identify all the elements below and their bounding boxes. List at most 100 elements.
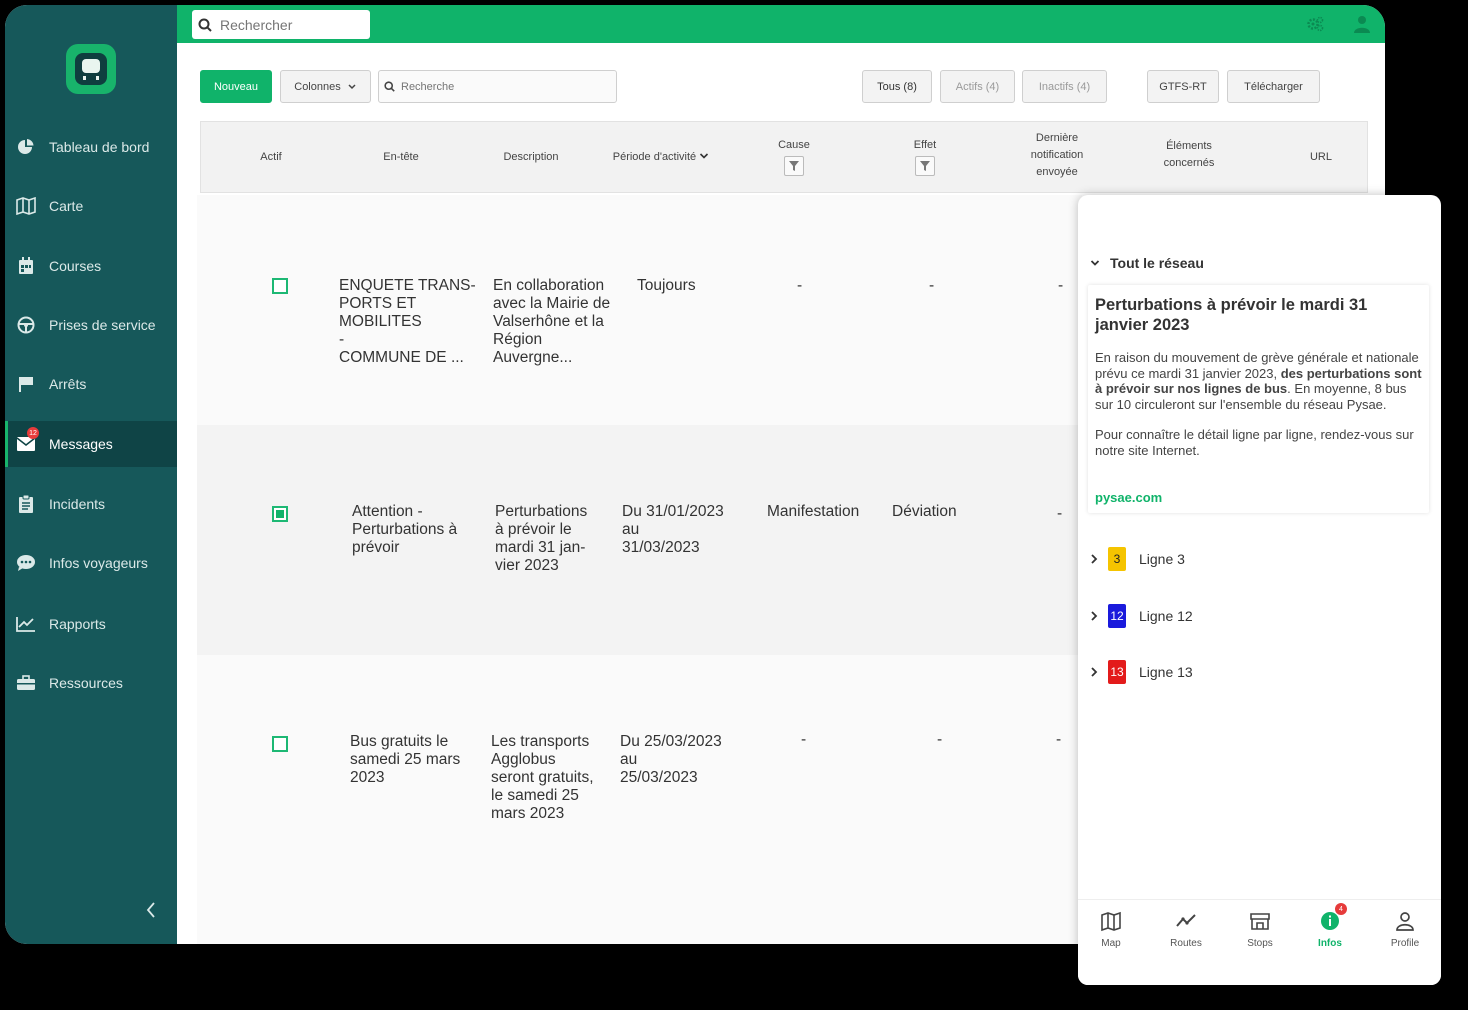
row-derniere-notification: -: [1057, 505, 1063, 522]
line-badge: 13: [1108, 660, 1126, 684]
sidebar-item-prises-de-service[interactable]: Prises de service: [5, 302, 177, 348]
table-row[interactable]: ENQUETE TRANS- PORTS ET MOBILITES - COMM…: [197, 195, 1082, 425]
columns-label: Colonnes: [294, 80, 341, 93]
column-header-en-tete[interactable]: En-tête: [361, 149, 441, 166]
chevron-down-icon: [1090, 260, 1100, 266]
bottom-nav-label: Map: [1101, 938, 1121, 949]
person-icon: [1394, 910, 1416, 932]
sidebar-item-label: Carte: [49, 198, 84, 214]
sidebar-item-arrets[interactable]: Arrêts: [5, 361, 177, 407]
message-body: En raison du mouvement de grève générale…: [1095, 350, 1425, 473]
sidebar-item-carte[interactable]: Carte: [5, 183, 177, 229]
row-description: Les transports Agglobus seront gratuits,…: [491, 733, 594, 822]
sidebar-item-ressources[interactable]: Ressources: [5, 660, 177, 706]
derniere-line-3: envoyée: [1036, 166, 1078, 178]
global-search-input[interactable]: [218, 15, 362, 34]
column-header-url[interactable]: URL: [1296, 149, 1346, 166]
network-section-header[interactable]: Tout le réseau: [1090, 255, 1204, 271]
table-search-input[interactable]: [399, 79, 603, 94]
gtfs-rt-button[interactable]: GTFS-RT: [1147, 70, 1219, 103]
active-checkbox[interactable]: [272, 278, 288, 294]
row-effet: -: [937, 731, 943, 748]
sidebar-item-messages[interactable]: 12 Messages: [5, 421, 177, 467]
column-header-description[interactable]: Description: [486, 149, 576, 166]
table-row[interactable]: Bus gratuits le samedi 25 mars 2023 Les …: [197, 655, 1082, 944]
infos-count-badge: 4: [1335, 903, 1347, 915]
top-bar: [177, 5, 1385, 43]
global-search[interactable]: [192, 10, 370, 39]
active-checkbox[interactable]: [272, 736, 288, 752]
row-derniere-notification: -: [1058, 277, 1064, 294]
line-item-13[interactable]: 13 Ligne 13: [1090, 659, 1193, 685]
bottom-nav-stops[interactable]: Stops: [1230, 910, 1290, 949]
row-description: En collaboration avec la Mairie de Valse…: [493, 277, 611, 366]
column-header-elements-concernes[interactable]: Éléments concernés: [1139, 138, 1239, 172]
row-cause: -: [797, 277, 803, 294]
line-badge: 3: [1108, 547, 1126, 571]
settings-gears-icon[interactable]: [1306, 15, 1324, 33]
bottom-nav-map[interactable]: Map: [1081, 910, 1141, 949]
bottom-nav-routes[interactable]: Routes: [1156, 910, 1216, 949]
cause-filter-button[interactable]: [784, 156, 804, 176]
sidebar-item-infos-voyageurs[interactable]: Infos voyageurs: [5, 540, 177, 586]
user-icon[interactable]: [1353, 15, 1371, 33]
cause-label: Cause: [778, 139, 810, 151]
column-header-actif[interactable]: Actif: [241, 149, 301, 166]
row-periode: Toujours: [637, 277, 696, 294]
column-header-derniere-notification[interactable]: Dernière notification envoyée: [1007, 130, 1107, 181]
sidebar-item-label: Infos voyageurs: [49, 555, 148, 571]
sidebar-item-courses[interactable]: Courses: [5, 243, 177, 289]
sidebar-item-label: Rapports: [49, 616, 106, 632]
filter-active-button[interactable]: Actifs (4): [940, 70, 1015, 103]
new-message-button[interactable]: Nouveau: [200, 70, 272, 103]
website-link[interactable]: pysae.com: [1095, 490, 1162, 505]
funnel-icon: [920, 161, 930, 171]
bottom-nav-label: Infos: [1318, 938, 1342, 949]
active-checkbox[interactable]: [272, 506, 288, 522]
columns-dropdown[interactable]: Colonnes: [280, 70, 371, 103]
info-icon: 4: [1319, 903, 1347, 932]
map-icon: [15, 195, 37, 217]
column-header-effet: Effet: [885, 137, 965, 182]
sidebar-item-rapports[interactable]: Rapports: [5, 601, 177, 647]
app-logo[interactable]: [66, 44, 116, 94]
collapse-sidebar-button[interactable]: [143, 898, 159, 922]
bottom-navigation: Map Routes Stops 4 Infos Profile: [1078, 899, 1441, 985]
derniere-line-2: notification: [1030, 149, 1084, 161]
sidebar-item-tableau-de-bord[interactable]: Tableau de bord: [5, 124, 177, 170]
stop-flag-icon: [15, 373, 37, 395]
filter-all-button[interactable]: Tous (8): [862, 70, 932, 103]
line-chart-icon: [15, 613, 37, 635]
bottom-nav-profile[interactable]: Profile: [1375, 910, 1435, 949]
toolbox-icon: [15, 672, 37, 694]
clipboard-icon: [15, 493, 37, 515]
chat-bubble-icon: [15, 552, 37, 574]
sort-chevron-down-icon: [700, 153, 709, 159]
bus-logo-icon: [75, 53, 107, 85]
filter-inactive-button[interactable]: Inactifs (4): [1022, 70, 1107, 103]
sidebar-item-incidents[interactable]: Incidents: [5, 481, 177, 527]
row-periode: Du 25/03/2023 au 25/03/2023: [620, 733, 722, 786]
bottom-nav-infos[interactable]: 4 Infos: [1300, 903, 1360, 949]
row-entete: Bus gratuits le samedi 25 mars 2023: [350, 733, 461, 786]
routes-icon: [1175, 910, 1197, 932]
pie-chart-icon: [15, 136, 37, 158]
message-paragraph-1: En raison du mouvement de grève générale…: [1095, 350, 1425, 412]
chevron-right-icon: [1091, 611, 1098, 621]
sidebar-item-label: Arrêts: [49, 376, 87, 392]
download-button[interactable]: Télécharger: [1227, 70, 1320, 103]
table-header: Actif En-tête Description Période d'acti…: [200, 121, 1368, 193]
line-item-3[interactable]: 3 Ligne 3: [1090, 546, 1185, 572]
line-item-12[interactable]: 12 Ligne 12: [1090, 603, 1193, 629]
row-cause: Manifestation: [767, 503, 860, 520]
elements-line-1: Éléments: [1166, 140, 1212, 152]
bottom-nav-label: Routes: [1170, 938, 1202, 949]
bottom-nav-label: Profile: [1390, 938, 1420, 949]
chevron-left-icon: [146, 902, 155, 918]
table-search[interactable]: [378, 70, 617, 103]
effet-filter-button[interactable]: [915, 156, 935, 176]
row-periode: Du 31/01/2023 au 31/03/2023: [622, 503, 724, 556]
line-label: Ligne 13: [1139, 664, 1193, 680]
column-header-periode[interactable]: Période d'activité: [601, 149, 721, 166]
table-row[interactable]: Attention - Perturbations à prévoir Pert…: [197, 425, 1082, 655]
